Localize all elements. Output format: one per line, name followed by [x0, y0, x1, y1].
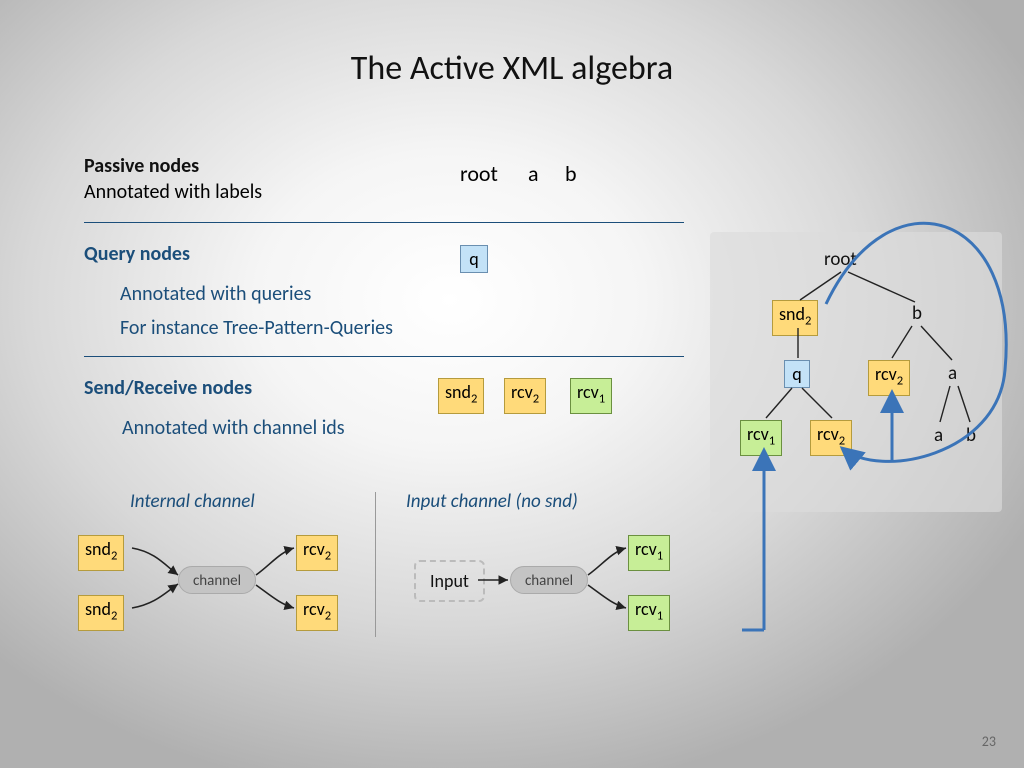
- passive-example-root: root: [460, 160, 498, 187]
- passive-subtext: Annotated with labels: [84, 180, 262, 204]
- tree-q: q: [784, 360, 810, 388]
- internal-channel-cyl: channel: [178, 566, 256, 594]
- tree-rcv2b: rcv2: [868, 360, 910, 396]
- input-channel-label: Input channel (no snd): [406, 490, 578, 513]
- query-line1: Annotated with queries: [120, 282, 311, 306]
- slide-title: The Active XML algebra: [0, 48, 1024, 89]
- passive-example-b: b: [565, 160, 577, 187]
- query-line2: For instance Tree-Pattern-Queries: [120, 316, 393, 340]
- channel-divider: [375, 492, 376, 637]
- query-heading: Query nodes: [84, 242, 190, 266]
- tree-root: root: [824, 248, 857, 271]
- tree-b: b: [912, 302, 922, 325]
- sendrecv-subtext: Annotated with channel ids: [122, 416, 345, 440]
- input-rcv-top: rcv1: [628, 535, 670, 571]
- page-number: 23: [982, 733, 996, 750]
- internal-channel-label: Internal channel: [130, 490, 255, 513]
- passive-example-a: a: [528, 160, 539, 187]
- input-channel-cyl: channel: [510, 566, 588, 594]
- tree-rcv2: rcv2: [810, 420, 852, 456]
- tree-a: a: [948, 362, 957, 385]
- internal-snd-top: snd2: [78, 535, 124, 571]
- divider-1: [84, 222, 684, 223]
- divider-2: [84, 356, 684, 357]
- rcv1-box-example: rcv1: [570, 378, 612, 414]
- tree-rcv1: rcv1: [740, 420, 782, 456]
- internal-rcv-bottom: rcv2: [296, 595, 338, 631]
- internal-rcv-top: rcv2: [296, 535, 338, 571]
- passive-heading: Passive nodes: [84, 154, 199, 178]
- tree-leaf-b: b: [966, 424, 976, 447]
- input-box: Input: [414, 560, 485, 602]
- internal-snd-bottom: snd2: [78, 595, 124, 631]
- rcv2-box-example: rcv2: [504, 378, 546, 414]
- input-rcv-bottom: rcv1: [628, 595, 670, 631]
- snd-box-example: snd2: [438, 378, 484, 414]
- tree-panel: [710, 232, 1002, 512]
- sendrecv-heading: Send/Receive nodes: [84, 376, 252, 400]
- tree-leaf-a: a: [934, 424, 943, 447]
- query-node-box: q: [460, 245, 488, 273]
- tree-snd: snd2: [772, 300, 818, 336]
